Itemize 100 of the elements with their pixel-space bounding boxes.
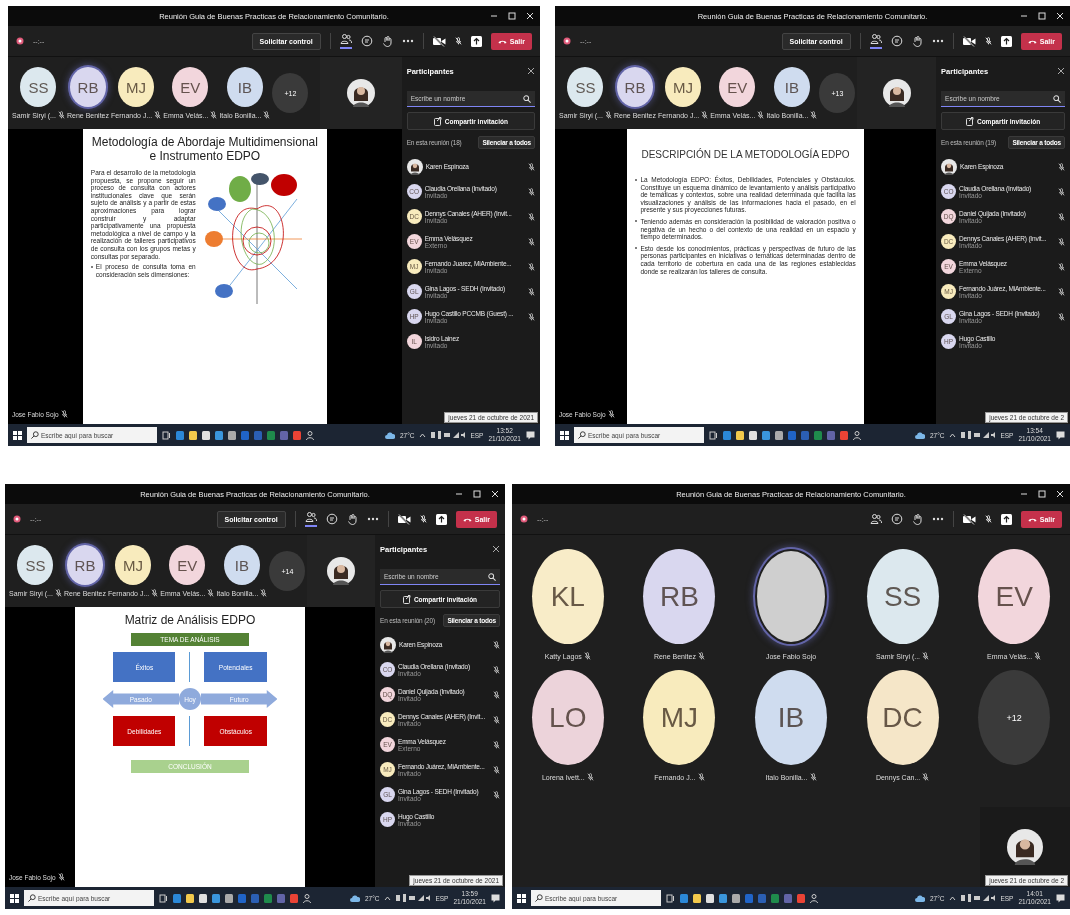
minimize-icon[interactable] (455, 490, 463, 498)
task-view-icon[interactable] (709, 430, 718, 440)
raise-hand-icon[interactable] (346, 513, 358, 525)
chat-icon[interactable] (890, 513, 903, 525)
avatar-silhouette (406, 158, 423, 175)
raise-hand-icon[interactable] (381, 35, 393, 47)
system-tray-icons[interactable] (961, 431, 996, 439)
windows-logo-icon[interactable] (517, 893, 526, 903)
search-icon (578, 431, 586, 439)
notification-icon[interactable] (526, 430, 535, 440)
camera-off-icon[interactable] (432, 35, 446, 47)
notification-icon[interactable] (1056, 430, 1065, 440)
notification-icon[interactable] (1056, 893, 1065, 903)
person-icon[interactable] (853, 430, 861, 440)
mic-off-icon (454, 37, 462, 45)
share-tray-icon[interactable] (470, 35, 482, 47)
chat-icon[interactable] (325, 513, 338, 525)
share-tray-icon[interactable] (1000, 35, 1012, 47)
record-icon (563, 37, 571, 45)
mic-off-icon (984, 37, 992, 45)
person-icon[interactable] (303, 893, 311, 903)
avatar-silhouette (941, 158, 958, 175)
chevron-up-icon[interactable] (949, 432, 957, 438)
system-tray-icons[interactable] (431, 431, 466, 439)
windows-logo-icon[interactable] (13, 430, 22, 440)
avatar: IB (223, 545, 260, 585)
share-link-icon (433, 116, 442, 126)
chevron-up-icon[interactable] (949, 895, 957, 901)
avatar-silhouette (1007, 829, 1043, 865)
minimize-icon[interactable] (1020, 12, 1028, 20)
share-tray-icon[interactable] (435, 513, 447, 525)
avatar: KL (531, 549, 604, 644)
people-icon[interactable] (339, 33, 352, 49)
avatar: MJ (118, 67, 155, 107)
chat-icon[interactable] (360, 35, 373, 47)
avatar: SS (20, 67, 57, 107)
more-icon[interactable] (931, 39, 944, 43)
notification-icon[interactable] (491, 893, 500, 903)
avatar: DC (866, 670, 939, 765)
chat-icon[interactable] (890, 35, 903, 47)
more-icon[interactable] (401, 39, 414, 43)
avatar: RB (616, 67, 653, 107)
avatar: RB (66, 545, 103, 585)
maximize-icon[interactable] (508, 12, 516, 20)
record-icon (16, 37, 24, 45)
phone-icon (1027, 516, 1037, 522)
avatar: RB (643, 549, 716, 644)
avatar: MJ (665, 67, 702, 107)
close-icon[interactable] (527, 67, 535, 75)
share-tray-icon[interactable] (1000, 513, 1012, 525)
phone-icon (1027, 38, 1037, 44)
avatar: EV (978, 549, 1051, 644)
system-tray-icons[interactable] (961, 894, 996, 902)
maximize-icon[interactable] (1038, 490, 1046, 498)
task-view-icon[interactable] (162, 430, 171, 440)
maximize-icon[interactable] (1038, 12, 1046, 20)
avatar-silhouette (327, 557, 356, 585)
system-tray-icons[interactable] (396, 894, 431, 902)
search-icon (535, 894, 543, 902)
weather-cloud-icon (384, 431, 395, 439)
chevron-up-icon[interactable] (384, 895, 392, 901)
avatar: LO (531, 670, 604, 765)
search-icon (31, 431, 39, 439)
avatar: SS (17, 545, 54, 585)
weather-cloud-icon (349, 894, 360, 902)
windows-logo-icon[interactable] (560, 430, 569, 440)
maximize-icon[interactable] (473, 490, 481, 498)
task-view-icon[interactable] (159, 893, 168, 903)
avatar-silhouette (882, 79, 911, 107)
raise-hand-icon[interactable] (911, 513, 923, 525)
minimize-icon[interactable] (490, 12, 498, 20)
share-link-icon (965, 116, 974, 126)
camera-off-icon[interactable] (962, 35, 976, 47)
close-icon[interactable] (492, 545, 500, 553)
avatar: IB (773, 67, 810, 107)
chevron-up-icon[interactable] (419, 432, 427, 438)
camera-off-icon[interactable] (397, 513, 411, 525)
person-icon[interactable] (306, 430, 314, 440)
avatar: EV (169, 545, 206, 585)
raise-hand-icon[interactable] (911, 35, 923, 47)
record-icon (520, 515, 528, 523)
avatar: SS (866, 549, 939, 644)
people-icon[interactable] (304, 511, 317, 527)
avatar: EV (719, 67, 756, 107)
search-icon (28, 894, 36, 902)
people-icon[interactable] (869, 33, 882, 49)
person-icon[interactable] (810, 893, 818, 903)
more-icon[interactable] (366, 517, 379, 521)
more-participants-count[interactable]: +12 (978, 670, 1051, 765)
camera-off-icon[interactable] (962, 513, 976, 525)
task-view-icon[interactable] (666, 893, 675, 903)
slide-title: DESCRIPCIÓN DE LA METODOLOGÍA EDPO (640, 149, 851, 160)
minimize-icon[interactable] (1020, 490, 1028, 498)
search-icon (1053, 95, 1061, 103)
slide-title: Metodología de Abordaje Multidimensional e Instrumento EDPO (90, 135, 319, 163)
more-icon[interactable] (931, 517, 944, 521)
close-icon[interactable] (1057, 67, 1065, 75)
avatar-silhouette (346, 79, 375, 107)
people-icon[interactable] (869, 513, 882, 525)
windows-logo-icon[interactable] (10, 893, 19, 903)
